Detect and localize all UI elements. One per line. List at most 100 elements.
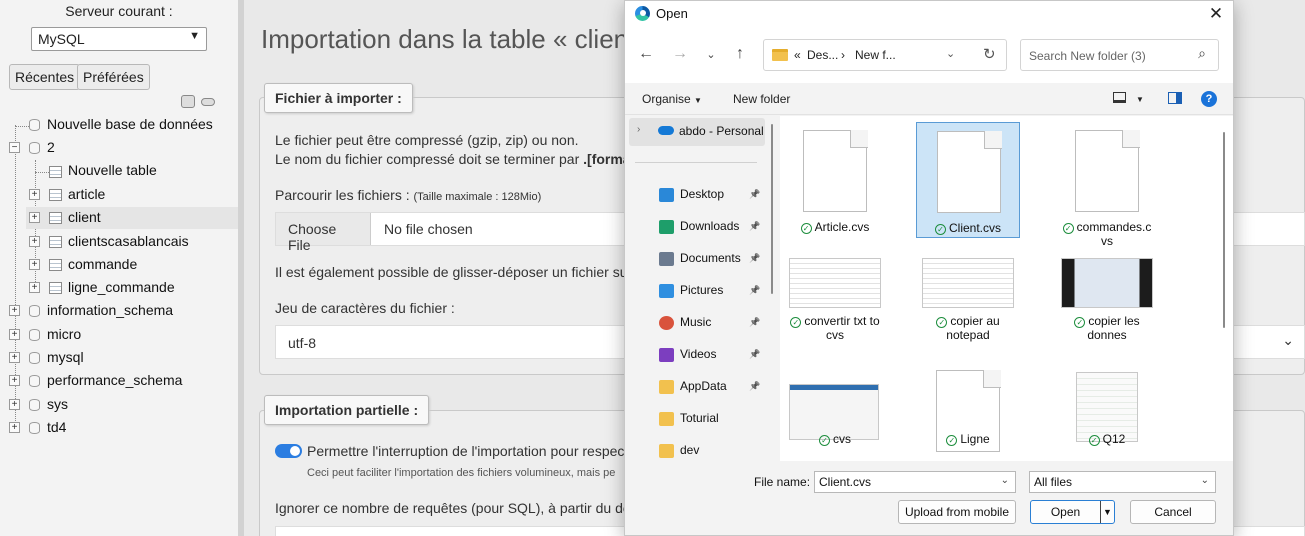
cancel-button[interactable]: Cancel bbox=[1130, 500, 1216, 524]
view-icon[interactable] bbox=[1113, 92, 1126, 103]
link-icon[interactable] bbox=[201, 98, 215, 106]
sidebar-item-desktop[interactable]: Desktop bbox=[680, 187, 724, 207]
expand-icon[interactable]: + bbox=[29, 236, 40, 247]
database-item[interactable]: micro bbox=[47, 326, 81, 348]
close-button[interactable]: ✕ bbox=[1199, 1, 1233, 27]
upload-from-mobile-button[interactable]: Upload from mobile bbox=[898, 500, 1016, 524]
file-name-input[interactable]: Client.cvs ⌄ bbox=[814, 471, 1016, 493]
choose-file-button[interactable]: Choose File bbox=[276, 213, 371, 253]
expand-icon[interactable]: + bbox=[9, 305, 20, 316]
file-item[interactable]: ✓ Article.cvs bbox=[783, 122, 887, 238]
compression-info: Le fichier peut être compressé (gzip, zi… bbox=[275, 132, 579, 148]
sidebar-item-videos[interactable]: Videos bbox=[680, 347, 716, 367]
expand-icon[interactable]: + bbox=[9, 375, 20, 386]
breadcrumb-segment[interactable]: New f... bbox=[855, 48, 896, 62]
address-bar[interactable]: « Des... › New f... ⌄ ↻ bbox=[763, 39, 1007, 71]
sidebar-item-dev[interactable]: dev bbox=[680, 443, 699, 463]
thumbnail-image bbox=[789, 258, 881, 308]
scrollbar[interactable] bbox=[771, 124, 773, 294]
help-icon[interactable]: ? bbox=[1201, 91, 1217, 107]
sidebar-item-toturial[interactable]: Toturial bbox=[680, 411, 719, 431]
expand-icon[interactable]: + bbox=[29, 282, 40, 293]
table-item[interactable]: ligne_commande bbox=[68, 279, 175, 301]
organise-menu[interactable]: Organise ▼ bbox=[642, 92, 702, 106]
navigation-pane: › abdo - Personal Desktop 📌 Downloads 📌 Docu… bbox=[625, 116, 773, 461]
caret-down-icon: ▼ bbox=[694, 96, 702, 105]
chevron-down-icon[interactable]: ⌄ bbox=[946, 47, 955, 60]
expand-icon[interactable]: + bbox=[9, 399, 20, 410]
file-name-label: File name: bbox=[754, 475, 811, 489]
divider bbox=[635, 162, 757, 163]
file-name-label: ✓ convertir txt to cvs bbox=[783, 314, 887, 342]
database-item[interactable]: information_schema bbox=[47, 302, 173, 324]
expand-icon[interactable]: + bbox=[29, 212, 40, 223]
expand-icon[interactable]: + bbox=[29, 259, 40, 270]
sync-ok-icon: ✓ bbox=[790, 317, 802, 328]
search-box[interactable]: Search New folder (3) ⌕ bbox=[1020, 39, 1219, 71]
forward-arrow-icon[interactable]: → bbox=[669, 45, 691, 63]
sidebar-item-documents[interactable]: Documents bbox=[680, 251, 741, 271]
tab-favorites[interactable]: Préférées bbox=[77, 64, 150, 90]
page-fold-icon bbox=[850, 130, 868, 148]
pin-icon: 📌 bbox=[749, 253, 761, 263]
up-arrow-icon[interactable]: ↑ bbox=[729, 45, 751, 63]
back-arrow-icon[interactable]: ← bbox=[635, 45, 657, 63]
open-button[interactable]: Open ▼ bbox=[1030, 500, 1115, 524]
pin-icon: 📌 bbox=[749, 189, 761, 199]
database-item[interactable]: 2 bbox=[47, 139, 55, 161]
breadcrumb-segment[interactable]: Des... bbox=[807, 48, 838, 62]
preview-pane-icon[interactable] bbox=[1168, 92, 1182, 104]
expand-icon[interactable]: + bbox=[29, 189, 40, 200]
file-item[interactable]: ✓ copier au notepad bbox=[916, 258, 1020, 374]
table-item[interactable]: clientscasablancais bbox=[68, 233, 189, 255]
caret-down-icon[interactable]: ▼ bbox=[1136, 95, 1144, 104]
breadcrumb-overflow[interactable]: « bbox=[794, 48, 801, 62]
sidebar-item-pictures[interactable]: Pictures bbox=[680, 283, 723, 303]
server-select[interactable]: MySQL ▼ bbox=[31, 27, 207, 51]
sidebar-item-downloads[interactable]: Downloads bbox=[680, 219, 739, 239]
new-table-link[interactable]: Nouvelle table bbox=[68, 162, 157, 184]
expand-icon[interactable]: + bbox=[9, 422, 20, 433]
pin-icon: 📌 bbox=[749, 381, 761, 391]
caret-down-icon[interactable]: ▼ bbox=[1100, 501, 1114, 523]
sync-ok-icon: ✓ bbox=[936, 317, 948, 328]
collapse-icon[interactable]: − bbox=[9, 142, 20, 153]
refresh-icon[interactable]: ↻ bbox=[983, 45, 996, 63]
search-icon: ⌕ bbox=[1198, 45, 1206, 61]
chevron-down-icon[interactable]: ⌄ bbox=[1001, 475, 1009, 486]
page-fold-icon bbox=[984, 131, 1002, 149]
file-item[interactable]: ✓ copier les donnes bbox=[1055, 258, 1159, 374]
navigation-panel: Serveur courant : MySQL ▼ Récentes Préfé… bbox=[0, 0, 238, 536]
expand-icon[interactable]: + bbox=[9, 329, 20, 340]
page-title: Importation dans la table « clien bbox=[261, 24, 629, 54]
database-item[interactable]: td4 bbox=[47, 419, 66, 441]
recent-locations-chevron-icon[interactable]: ⌄ bbox=[700, 48, 722, 61]
edge-icon bbox=[635, 6, 650, 21]
database-item[interactable]: mysql bbox=[47, 349, 84, 371]
new-database-link[interactable]: Nouvelle base de données bbox=[47, 116, 213, 138]
database-item[interactable]: performance_schema bbox=[47, 372, 182, 394]
sidebar-item-music[interactable]: Music bbox=[680, 315, 711, 335]
file-list: ✓ Article.cvs ✓ Client.cvs ✓ commandes.c vs ✓ c… bbox=[780, 116, 1233, 461]
interrupt-toggle[interactable] bbox=[275, 444, 302, 458]
file-item[interactable]: ✓ commandes.c vs bbox=[1055, 122, 1159, 248]
new-folder-button[interactable]: New folder bbox=[733, 92, 790, 106]
chevron-right-icon[interactable]: › bbox=[637, 124, 640, 144]
table-item[interactable]: client bbox=[68, 209, 101, 231]
pictures-icon bbox=[659, 284, 674, 298]
sync-ok-icon: ✓ bbox=[819, 435, 830, 446]
sidebar-item-appdata[interactable]: AppData bbox=[680, 379, 727, 399]
scrollbar[interactable] bbox=[1223, 132, 1225, 328]
table-item[interactable]: commande bbox=[68, 256, 137, 278]
expand-icon[interactable]: + bbox=[9, 352, 20, 363]
file-type-select[interactable]: All files ⌄ bbox=[1029, 471, 1216, 493]
file-item[interactable]: ✓ Client.cvs bbox=[916, 122, 1020, 238]
table-item[interactable]: article bbox=[68, 186, 105, 208]
tab-recent[interactable]: Récentes bbox=[9, 64, 81, 90]
database-icon bbox=[29, 305, 40, 317]
collapse-all-icon[interactable] bbox=[181, 95, 195, 108]
folder-icon bbox=[659, 380, 674, 394]
desktop-icon bbox=[659, 188, 674, 202]
file-item[interactable]: ✓ convertir txt to cvs bbox=[783, 258, 887, 374]
database-item[interactable]: sys bbox=[47, 396, 68, 418]
